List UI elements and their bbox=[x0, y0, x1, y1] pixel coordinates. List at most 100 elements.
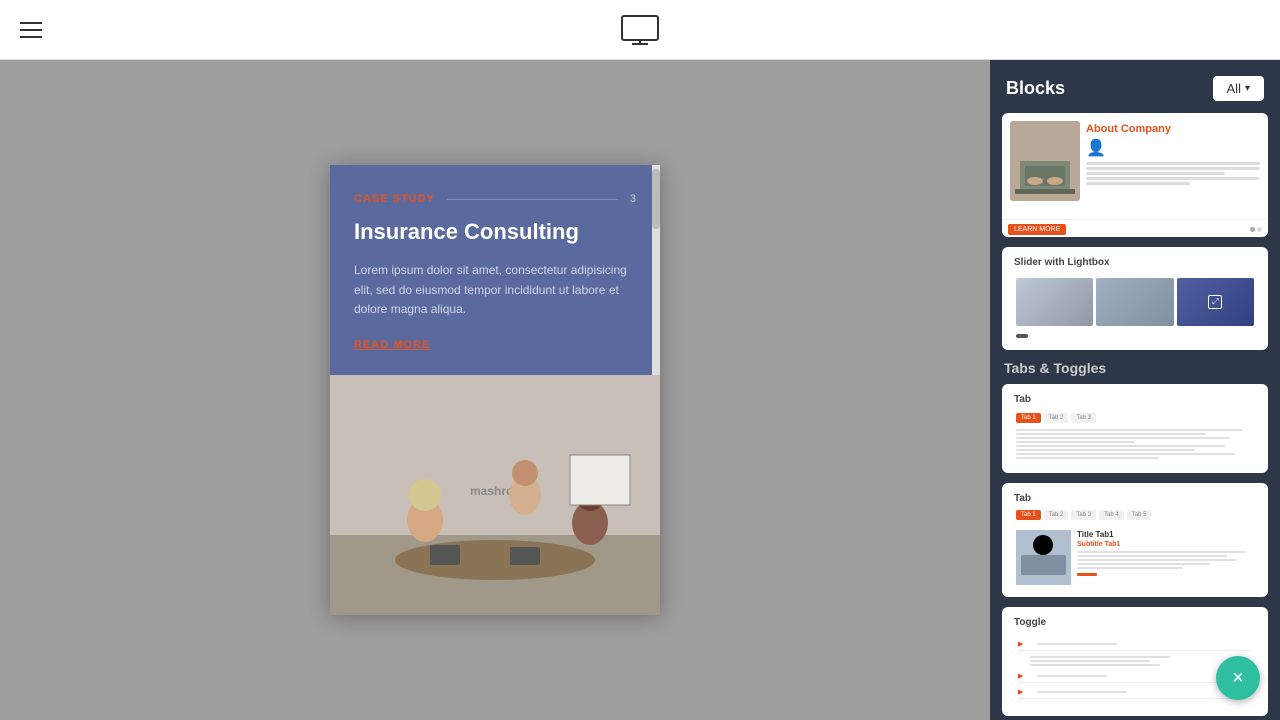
toggle-row-1: ▶ bbox=[1018, 638, 1252, 651]
tab1-content bbox=[1016, 427, 1254, 461]
case-study-row: CASE STUDY 3 bbox=[354, 193, 636, 205]
tab-pill-1: Tab 1 bbox=[1016, 510, 1041, 520]
slider-dot bbox=[1016, 334, 1028, 338]
dot bbox=[1257, 227, 1262, 232]
block-about-image bbox=[1010, 121, 1080, 201]
tab-pill: Tab 2 bbox=[1044, 413, 1069, 423]
text-line bbox=[1086, 162, 1260, 165]
text-line bbox=[1086, 167, 1260, 170]
toggle-arrow-2: ▶ bbox=[1018, 672, 1023, 680]
tab1-row: Tab 1 Tab 2 Tab 3 bbox=[1016, 413, 1254, 423]
tab2-text: Title Tab1 Subtitle Tab1 bbox=[1077, 530, 1254, 576]
all-filter-button[interactable]: All bbox=[1213, 76, 1264, 101]
tab-line bbox=[1016, 453, 1235, 455]
sidebar-scroll[interactable]: About Company 👤 bbox=[990, 113, 1280, 720]
block-tab2-label: Tab bbox=[1010, 491, 1260, 508]
card-image: mashroom5 bbox=[330, 375, 660, 615]
tab-pill-4: Tab 4 bbox=[1099, 510, 1124, 520]
tab-pill-5: Tab 5 bbox=[1127, 510, 1152, 520]
tab2-lines bbox=[1077, 551, 1254, 569]
tab2-block-title: Title Tab1 bbox=[1077, 530, 1254, 539]
toggle-line bbox=[1037, 643, 1117, 645]
slider-img-1 bbox=[1016, 278, 1093, 326]
block-item-about-company[interactable]: About Company 👤 bbox=[1002, 113, 1268, 237]
right-sidebar: Blocks All bbox=[990, 60, 1280, 720]
sidebar-title: Blocks bbox=[1006, 78, 1065, 99]
tab2-line bbox=[1077, 559, 1236, 561]
main-layout: CASE STUDY 3 Insurance Consulting Lorem … bbox=[0, 60, 1280, 720]
case-study-number: 3 bbox=[630, 193, 636, 205]
block-tab2-inner: Tab Tab 1 Tab 2 Tab 3 Tab 4 Tab 5 bbox=[1002, 483, 1268, 597]
tab2-image bbox=[1016, 530, 1071, 585]
tab-line bbox=[1016, 449, 1195, 451]
tab-line bbox=[1016, 441, 1135, 443]
tab2-line bbox=[1077, 567, 1183, 569]
toggle-line bbox=[1037, 691, 1127, 693]
text-line bbox=[1086, 182, 1190, 185]
block-about-dots bbox=[1250, 227, 1262, 232]
block-tab2-preview: Title Tab1 Subtitle Tab1 bbox=[1010, 526, 1260, 589]
block-item-tab-2[interactable]: Tab Tab 1 Tab 2 Tab 3 Tab 4 Tab 5 bbox=[1002, 483, 1268, 597]
close-button[interactable]: × bbox=[1216, 656, 1260, 700]
block-item-slider-lightbox[interactable]: Slider with Lightbox ⤢ bbox=[1002, 247, 1268, 350]
block-about-label: About Company bbox=[1086, 123, 1260, 135]
close-icon: × bbox=[1232, 668, 1244, 688]
block-slider-label: Slider with Lightbox bbox=[1010, 255, 1260, 272]
slider-dots bbox=[1010, 332, 1260, 342]
block-slider-inner: Slider with Lightbox ⤢ bbox=[1002, 247, 1268, 350]
block-toggle-label: Toggle bbox=[1010, 615, 1260, 632]
tab-pill-3: Tab 3 bbox=[1071, 510, 1096, 520]
toggle-row-3: ▶ bbox=[1018, 686, 1252, 699]
tab-pill: Tab 3 bbox=[1071, 413, 1096, 423]
toggle-lines-1 bbox=[1037, 643, 1117, 645]
block-tab1-label: Tab bbox=[1010, 392, 1260, 409]
toggle-line bbox=[1037, 675, 1107, 677]
tab-line bbox=[1016, 437, 1230, 439]
slider-img-2 bbox=[1096, 278, 1173, 326]
toggle-arrow-1: ▶ bbox=[1018, 640, 1023, 648]
block-about-text: About Company 👤 bbox=[1086, 121, 1260, 187]
block-item-tab-1[interactable]: Tab Tab 1 Tab 2 Tab 3 bbox=[1002, 384, 1268, 473]
tab-line bbox=[1016, 429, 1242, 431]
tab-line bbox=[1016, 433, 1206, 435]
card-title: Insurance Consulting bbox=[354, 219, 636, 245]
card-content-section: CASE STUDY 3 Insurance Consulting Lorem … bbox=[330, 165, 660, 375]
canvas-area: CASE STUDY 3 Insurance Consulting Lorem … bbox=[0, 60, 990, 720]
preview-card: CASE STUDY 3 Insurance Consulting Lorem … bbox=[330, 165, 660, 615]
tab2-line bbox=[1077, 551, 1245, 553]
slider-img-3: ⤢ bbox=[1177, 278, 1254, 326]
read-more-link[interactable]: READ MORE bbox=[354, 339, 636, 351]
tab2-line bbox=[1077, 555, 1227, 557]
sidebar-header: Blocks All bbox=[990, 60, 1280, 113]
case-study-divider bbox=[447, 199, 618, 200]
monitor-icon bbox=[620, 14, 660, 46]
header bbox=[0, 0, 1280, 60]
tab-pill-2: Tab 2 bbox=[1044, 510, 1069, 520]
case-study-label: CASE STUDY bbox=[354, 193, 435, 205]
meeting-scene: mashroom5 bbox=[330, 375, 660, 615]
block-tab1-preview: Tab 1 Tab 2 Tab 3 bbox=[1010, 409, 1260, 465]
text-line bbox=[1086, 177, 1260, 180]
tab-line bbox=[1016, 457, 1159, 459]
toggle-line bbox=[1030, 656, 1170, 658]
toggle-content-1 bbox=[1018, 654, 1252, 670]
section-label-tabs-toggles: Tabs & Toggles bbox=[1002, 360, 1268, 376]
card-body: Lorem ipsum dolor sit amet, consectetur … bbox=[354, 261, 636, 319]
tab-pill-active: Tab 1 bbox=[1016, 413, 1041, 423]
toggle-lines-2 bbox=[1037, 675, 1107, 677]
text-line bbox=[1086, 172, 1225, 175]
dot bbox=[1250, 227, 1255, 232]
toggle-line bbox=[1030, 660, 1150, 662]
tab2-block-subtitle: Subtitle Tab1 bbox=[1077, 541, 1254, 548]
menu-button[interactable] bbox=[20, 22, 42, 38]
block-about-inner: About Company 👤 bbox=[1002, 113, 1268, 219]
block-about-preview: About Company 👤 bbox=[1010, 121, 1260, 211]
block-slider-preview: ⤢ bbox=[1010, 272, 1260, 332]
block-tab1-inner: Tab Tab 1 Tab 2 Tab 3 bbox=[1002, 384, 1268, 473]
toggle-line bbox=[1030, 664, 1160, 666]
tab2-line bbox=[1077, 563, 1210, 565]
block-about-cta: LEARN MORE bbox=[1008, 224, 1066, 235]
person-icon: 👤 bbox=[1086, 138, 1106, 158]
toggle-arrow-3: ▶ bbox=[1018, 688, 1023, 696]
block-about-footer: LEARN MORE bbox=[1002, 219, 1268, 237]
